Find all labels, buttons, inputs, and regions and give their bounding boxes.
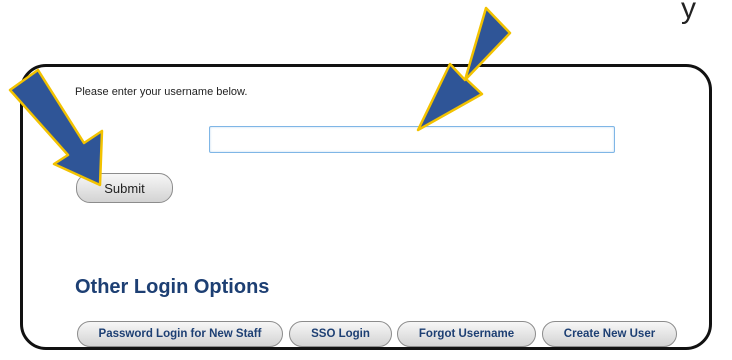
arrow-to-submit-icon: [8, 68, 104, 187]
arrow-to-input-icon: [416, 6, 512, 132]
annotation-arrows: [8, 6, 512, 187]
